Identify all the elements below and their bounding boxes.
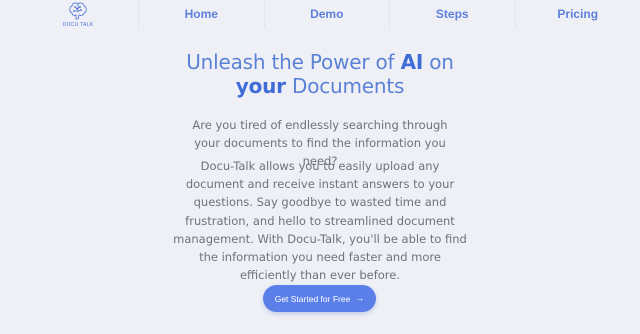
top-navigation: DOCU TALK Home Demo Steps Pricing: [0, 0, 640, 30]
nav-item-pricing[interactable]: Pricing: [514, 0, 640, 28]
brain-icon: [69, 2, 87, 20]
nav-item-home[interactable]: Home: [138, 0, 264, 28]
nav-item-steps[interactable]: Steps: [389, 0, 515, 28]
hero-title-part3: Documents: [285, 74, 405, 98]
brand-name: DOCU TALK: [62, 22, 94, 28]
hero-title: Unleash the Power of AI on your Documents: [120, 50, 520, 98]
arrow-right-icon: →: [355, 293, 365, 303]
get-started-button[interactable]: Get Started for Free →: [263, 285, 376, 312]
hero-title-part1: Unleash the Power of: [186, 50, 401, 74]
hero-title-part2: on: [423, 50, 454, 74]
hero-title-your: your: [235, 74, 286, 98]
nav-item-demo[interactable]: Demo: [263, 0, 390, 28]
hero-title-ai: AI: [400, 50, 424, 74]
nav-links: Home Demo Steps Pricing: [138, 0, 640, 30]
landing-page: DOCU TALK Home Demo Steps Pricing Unleas…: [0, 0, 640, 334]
hero-section: Unleash the Power of AI on your Documents: [120, 50, 520, 98]
brand-logo[interactable]: DOCU TALK: [58, 0, 98, 30]
hero-description: Docu-Talk allows you to easily upload an…: [173, 159, 467, 283]
get-started-label: Get Started for Free: [274, 293, 351, 304]
